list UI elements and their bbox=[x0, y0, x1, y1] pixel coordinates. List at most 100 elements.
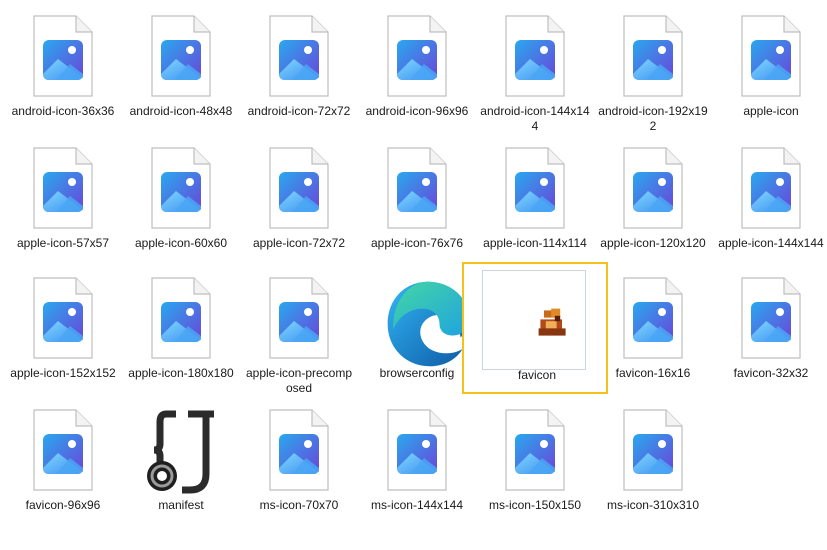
image-file-icon bbox=[33, 147, 93, 229]
image-file-icon bbox=[741, 147, 801, 229]
file-icon bbox=[736, 276, 806, 362]
file-item[interactable]: ms-icon-70x70 bbox=[244, 400, 354, 526]
file-name-label: android-icon-96x96 bbox=[365, 104, 469, 118]
json-file-icon bbox=[147, 408, 226, 494]
file-item[interactable]: favicon bbox=[462, 262, 608, 394]
image-file-icon bbox=[269, 15, 329, 97]
file-icon bbox=[382, 14, 452, 100]
file-item[interactable]: apple-icon-precomposed bbox=[244, 268, 354, 395]
file-item[interactable]: android-icon-96x96 bbox=[362, 6, 472, 132]
file-item[interactable]: apple-icon-114x114 bbox=[480, 138, 590, 264]
file-item[interactable]: android-icon-192x192 bbox=[598, 6, 708, 133]
image-file-icon bbox=[269, 147, 329, 229]
file-name-label: favicon-32x32 bbox=[733, 366, 809, 380]
file-icon bbox=[28, 146, 98, 232]
file-icon bbox=[28, 14, 98, 100]
file-item[interactable]: favicon-16x16 bbox=[598, 268, 708, 394]
file-item[interactable]: android-icon-72x72 bbox=[244, 6, 354, 132]
file-name-label: android-icon-192x192 bbox=[598, 104, 708, 133]
file-icon bbox=[382, 276, 470, 367]
file-name-label: apple-icon-76x76 bbox=[370, 236, 464, 250]
file-item[interactable]: ms-icon-144x144 bbox=[362, 400, 472, 526]
file-name-label: ms-icon-310x310 bbox=[606, 498, 700, 512]
file-name-label: ms-icon-70x70 bbox=[259, 498, 339, 512]
file-item[interactable]: apple-icon-180x180 bbox=[126, 268, 236, 394]
file-item[interactable]: apple-icon-60x60 bbox=[126, 138, 236, 264]
file-name-label: android-icon-36x36 bbox=[11, 104, 115, 118]
file-name-label: apple-icon-114x114 bbox=[483, 236, 587, 250]
file-item[interactable]: android-icon-144x144 bbox=[480, 6, 590, 133]
file-icon bbox=[618, 14, 688, 100]
thumbnail-frame bbox=[482, 270, 586, 370]
file-icon bbox=[146, 408, 226, 494]
file-icon bbox=[618, 276, 688, 362]
image-file-icon bbox=[387, 15, 447, 97]
image-file-icon bbox=[505, 147, 565, 229]
file-name-label: apple-icon-144x144 bbox=[718, 236, 824, 250]
file-icon bbox=[500, 146, 570, 232]
file-icon bbox=[264, 14, 334, 100]
file-item[interactable]: apple-icon-72x72 bbox=[244, 138, 354, 264]
file-name-label: favicon-16x16 bbox=[615, 366, 691, 380]
file-item[interactable]: browserconfig bbox=[362, 268, 472, 394]
file-icon bbox=[736, 146, 806, 232]
file-name-label: apple-icon-152x152 bbox=[10, 366, 116, 380]
file-item[interactable]: favicon-96x96 bbox=[8, 400, 118, 526]
file-name-label: apple-icon bbox=[743, 104, 799, 118]
file-item[interactable]: apple-icon-152x152 bbox=[8, 268, 118, 394]
file-item[interactable]: manifest bbox=[126, 400, 236, 526]
file-name-label: apple-icon-180x180 bbox=[128, 366, 234, 380]
image-file-icon bbox=[269, 409, 329, 491]
image-file-icon bbox=[387, 147, 447, 229]
file-name-label: ms-icon-144x144 bbox=[370, 498, 464, 512]
file-item[interactable]: apple-icon bbox=[716, 6, 826, 132]
file-name-label: android-icon-144x144 bbox=[480, 104, 590, 133]
file-item[interactable]: ms-icon-150x150 bbox=[480, 400, 590, 526]
image-file-icon bbox=[151, 147, 211, 229]
file-name-label: apple-icon-precomposed bbox=[245, 366, 353, 395]
file-name-label: apple-icon-57x57 bbox=[16, 236, 110, 250]
file-icon bbox=[618, 408, 688, 494]
file-name-label: apple-icon-72x72 bbox=[252, 236, 346, 250]
image-file-icon bbox=[505, 409, 565, 491]
file-item[interactable]: favicon-32x32 bbox=[716, 268, 826, 394]
file-item[interactable]: apple-icon-76x76 bbox=[362, 138, 472, 264]
image-file-icon bbox=[387, 409, 447, 491]
file-name-label: ms-icon-150x150 bbox=[488, 498, 582, 512]
image-file-icon bbox=[623, 277, 683, 359]
file-icon bbox=[500, 14, 570, 100]
image-file-icon bbox=[33, 277, 93, 359]
file-icon bbox=[264, 276, 334, 362]
file-icon bbox=[500, 408, 570, 494]
file-item[interactable]: apple-icon-57x57 bbox=[8, 138, 118, 264]
image-file-icon bbox=[741, 15, 801, 97]
file-icon bbox=[264, 146, 334, 232]
image-file-icon bbox=[151, 15, 211, 97]
image-file-icon bbox=[623, 409, 683, 491]
file-name-label: apple-icon-120x120 bbox=[600, 236, 706, 250]
file-name-label: android-icon-48x48 bbox=[129, 104, 233, 118]
file-icon bbox=[382, 408, 452, 494]
file-item[interactable]: ms-icon-310x310 bbox=[598, 400, 708, 526]
file-item[interactable]: apple-icon-120x120 bbox=[598, 138, 708, 264]
file-item[interactable]: apple-icon-144x144 bbox=[716, 138, 826, 264]
file-name-label: apple-icon-60x60 bbox=[134, 236, 228, 250]
image-file-icon bbox=[741, 277, 801, 359]
file-icon bbox=[618, 146, 688, 232]
file-icon bbox=[382, 146, 452, 232]
file-icon bbox=[146, 146, 216, 232]
image-file-icon bbox=[33, 15, 93, 97]
file-icon bbox=[736, 14, 806, 100]
image-file-icon bbox=[623, 147, 683, 229]
file-item[interactable]: android-icon-36x36 bbox=[8, 6, 118, 132]
file-icon bbox=[146, 14, 216, 100]
file-icon bbox=[28, 276, 98, 362]
image-file-icon bbox=[269, 277, 329, 359]
file-name-label: favicon-96x96 bbox=[25, 498, 101, 512]
file-name-label: browserconfig bbox=[379, 366, 455, 380]
file-name-label: android-icon-72x72 bbox=[247, 104, 351, 118]
file-item[interactable]: android-icon-48x48 bbox=[126, 6, 236, 132]
file-icon bbox=[146, 276, 216, 362]
image-file-icon bbox=[623, 15, 683, 97]
file-icon bbox=[264, 408, 334, 494]
